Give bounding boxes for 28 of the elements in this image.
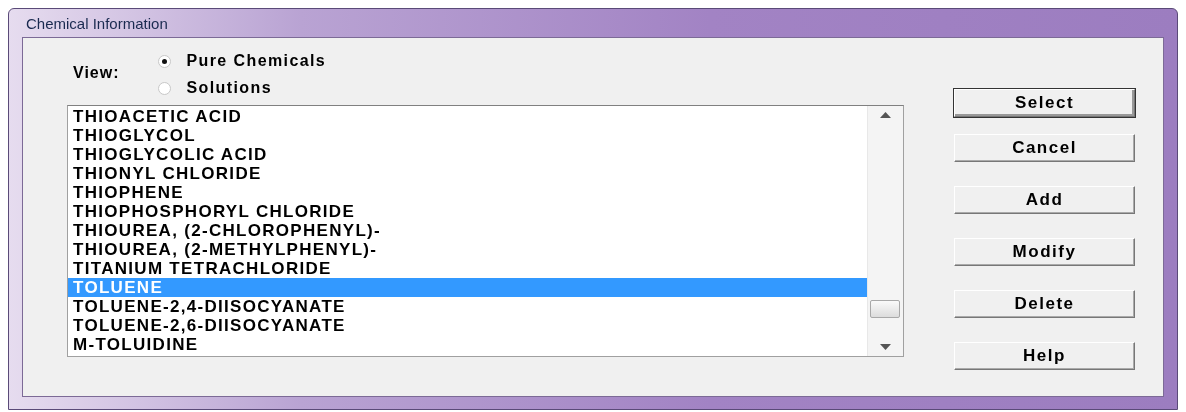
scroll-thumb[interactable] [870,300,900,318]
dialog-button[interactable]: Select [954,89,1135,117]
dialog-button[interactable]: Modify [954,238,1135,266]
radio-button[interactable] [157,54,171,68]
list-item[interactable]: TOLUENE-2,6-DIISOCYANATE [68,316,867,335]
dialog-button[interactable]: Delete [954,290,1135,318]
radio-label[interactable]: Solutions [186,79,272,97]
dialog-button[interactable]: Help [954,342,1135,370]
radio-button[interactable] [157,81,171,95]
list-item[interactable]: THIONYL CHLORIDE [68,164,867,183]
list-item[interactable]: THIOUREA, (2-CHLOROPHENYL)- [68,221,867,240]
list-item[interactable]: THIOGLYCOLIC ACID [68,145,867,164]
dialog-button[interactable]: Cancel [954,134,1135,162]
scroll-up-icon[interactable] [880,112,891,118]
radio-label[interactable]: Pure Chemicals [186,52,327,70]
list-item[interactable]: THIOGLYCOL [68,126,867,145]
dialog-button[interactable]: Add [954,186,1135,214]
view-label: View: [73,64,120,83]
list-item[interactable]: TITANIUM TETRACHLORIDE [68,259,867,278]
list-item[interactable]: THIOACETIC ACID [68,107,867,126]
list-item[interactable]: THIOPHOSPHORYL CHLORIDE [68,202,867,221]
window-title: Chemical Information [26,14,168,32]
list-item[interactable]: THIOUREA, (2-METHYLPHENYL)- [68,240,867,259]
list-item[interactable]: TOLUENE-2,4-DIISOCYANATE [68,297,867,316]
scroll-down-icon[interactable] [880,344,891,350]
list-item[interactable]: THIOPHENE [68,183,867,202]
list-item[interactable]: M-TOLUIDINE [68,335,867,354]
scroll-bar[interactable] [867,106,903,356]
